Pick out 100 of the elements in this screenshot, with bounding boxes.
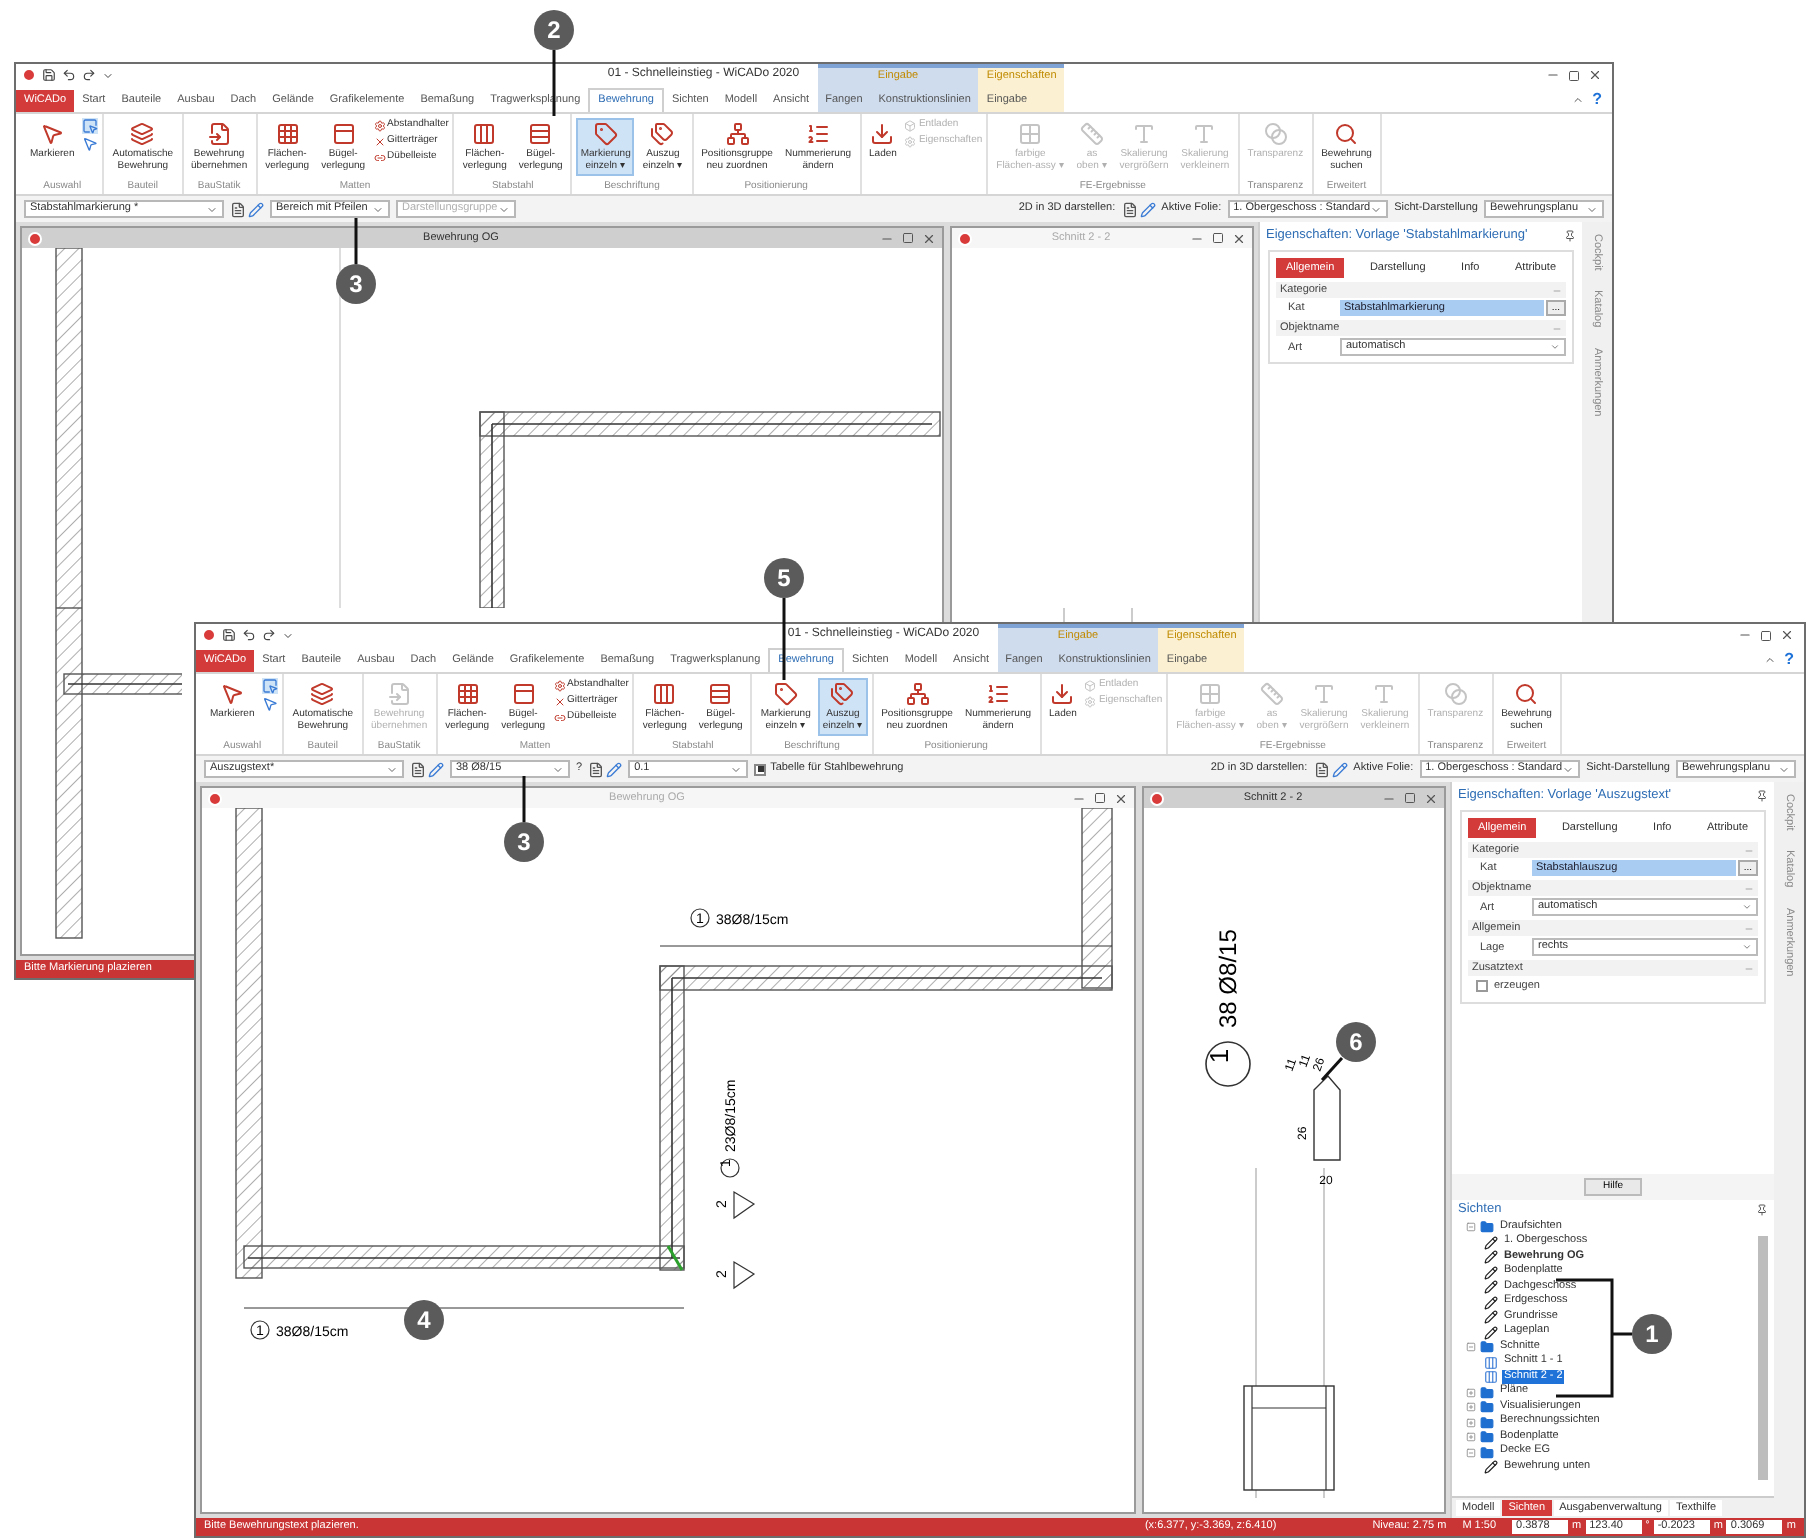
redo-icon[interactable] [82,68,96,82]
close-icon[interactable] [922,231,936,245]
chevron-down-icon[interactable] [282,629,294,641]
save-icon[interactable] [222,628,236,642]
download-icon [870,122,895,146]
collapse-icon[interactable] [1466,1222,1476,1232]
maximize-icon[interactable] [1568,69,1580,81]
maximize-icon[interactable] [902,232,914,244]
chevron-down-icon [1742,942,1752,953]
close-icon[interactable] [1114,791,1128,805]
pencil-icon[interactable] [606,761,623,777]
undo-icon[interactable] [242,628,256,642]
maximize-icon[interactable] [1760,629,1772,641]
maximize-icon[interactable] [1212,232,1224,244]
expand-icon[interactable] [1466,1387,1476,1397]
pointer-icon [220,682,245,706]
chevron-down-icon [1778,763,1790,775]
layers-icon [310,682,335,706]
file-import-icon [207,122,232,146]
select-tool-icon[interactable] [262,678,279,694]
collapse-ribbon-icon[interactable] [1572,93,1585,105]
network-icon [905,682,930,706]
chevron-down-icon [206,203,218,215]
callout-badge: 2 [534,10,574,50]
chevron-down-icon [730,763,743,775]
pin-icon[interactable] [1564,229,1576,242]
close-icon[interactable] [1780,628,1794,642]
grid-icon [455,682,480,706]
grid-icon [275,122,300,146]
document-icon[interactable] [230,201,246,217]
collapse-ribbon-icon[interactable] [1764,653,1777,665]
chevron-down-icon[interactable] [102,69,114,81]
chevron-down-icon [1562,763,1575,775]
layers-icon [130,122,155,146]
pencil-icon[interactable] [428,761,444,777]
scrollbar[interactable] [1758,1235,1768,1480]
close-icon[interactable] [1588,68,1602,82]
ruler-icon [1260,682,1285,706]
checkbox[interactable] [1476,980,1488,993]
collapse-icon[interactable] [1466,1447,1476,1457]
app-logo-icon [208,791,222,805]
pencil-icon[interactable] [1139,201,1156,217]
maximize-icon[interactable] [1094,792,1106,804]
document-icon[interactable] [1121,201,1138,217]
pointer-icon[interactable] [82,136,99,152]
tag-icon [773,682,798,706]
text-size-icon [1312,682,1336,706]
pin-icon[interactable] [1756,789,1768,802]
pencil-icon[interactable] [248,201,264,217]
app-logo-icon [28,231,42,245]
document-icon[interactable] [588,761,605,777]
chevron-down-icon [372,203,384,215]
pin-icon[interactable] [1756,1203,1768,1216]
document-icon[interactable] [410,761,426,777]
checkbox[interactable] [754,763,767,775]
collapse-icon[interactable] [1466,1342,1476,1352]
panel-icon [511,682,536,706]
save-icon[interactable] [42,68,56,82]
leader-line [354,218,358,264]
close-icon[interactable] [1424,791,1438,805]
undo-icon[interactable] [62,68,76,82]
select-tool-icon[interactable] [82,118,99,134]
expand-icon[interactable] [1466,1432,1476,1442]
close-icon [373,135,386,147]
pointer-icon[interactable] [262,696,279,712]
ruler-icon [1080,122,1105,146]
pointer-icon [40,122,65,146]
grid-icon [1198,682,1223,706]
blend-icon [1443,682,1468,706]
file-import-icon [387,682,412,706]
chevron-down-icon [1586,203,1598,215]
help-link[interactable]: ? [1592,87,1602,111]
folder-icon [1480,1340,1494,1354]
minimize-icon[interactable] [1738,628,1752,642]
blend-icon [1263,122,1288,146]
search-icon [1514,682,1539,706]
columns-icon [472,122,497,146]
rows-icon [708,682,733,706]
maximize-icon[interactable] [1404,792,1416,804]
expand-icon[interactable] [1466,1417,1476,1427]
text-size-icon [1372,682,1397,706]
settings-icon [373,119,386,131]
document-icon[interactable] [1313,761,1330,777]
pencil-icon[interactable] [1331,761,1348,777]
help-link[interactable]: ? [1784,647,1794,671]
tag-icon [593,122,618,146]
box-icon [1084,679,1097,691]
link-icon [553,711,566,723]
numbered-list-icon [805,122,830,146]
search-icon [1334,122,1359,146]
chevron-down-icon [386,763,398,775]
minimize-icon[interactable] [1546,68,1560,82]
leader-line [552,50,556,116]
folder-icon [1480,1220,1494,1234]
numbered-list-icon [985,682,1010,706]
dimension-label: 38 Ø8/15 [1214,929,1242,1028]
expand-icon[interactable] [1466,1402,1476,1412]
close-icon[interactable] [1232,231,1246,245]
tags-icon [650,122,675,146]
redo-icon[interactable] [262,628,276,642]
